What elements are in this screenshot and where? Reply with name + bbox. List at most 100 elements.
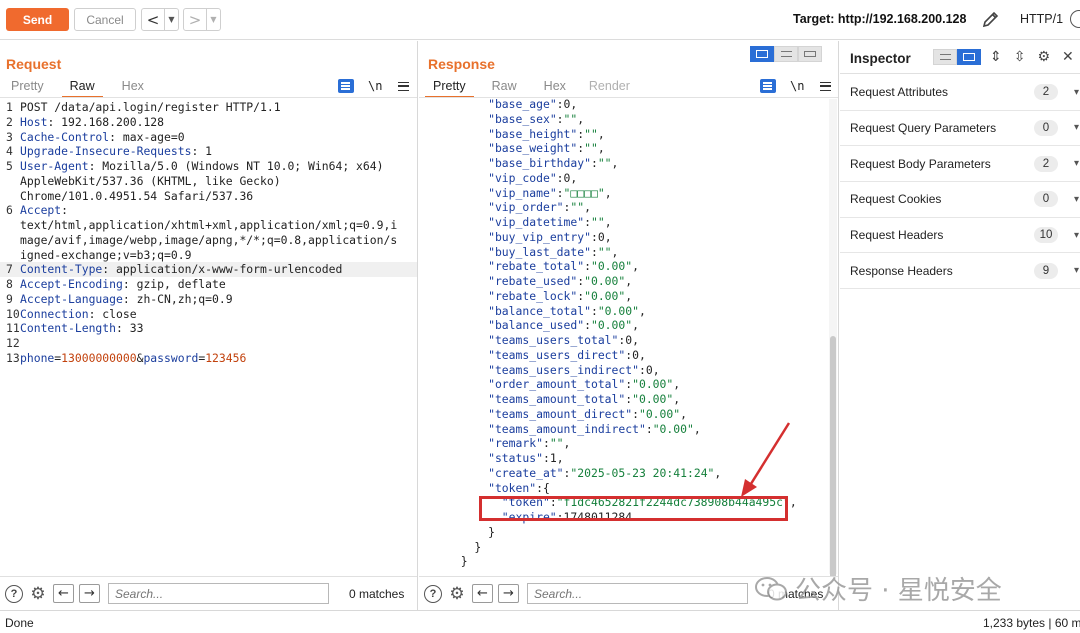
chevron-down-icon[interactable]: ▾ bbox=[1074, 87, 1079, 98]
next-match-icon[interactable]: → bbox=[79, 584, 100, 603]
header-name: Connection bbox=[20, 306, 89, 321]
inspector-layout-b-icon[interactable] bbox=[957, 49, 981, 65]
forward-dropdown-icon[interactable]: ▼ bbox=[206, 9, 220, 30]
response-search-input[interactable] bbox=[527, 583, 748, 604]
back-dropdown-icon[interactable]: ▼ bbox=[164, 9, 178, 30]
history-forward-group[interactable]: > ▼ bbox=[183, 8, 221, 31]
code-line: 10 Connection: close bbox=[0, 307, 417, 322]
json-key: "teams_amount_total" bbox=[488, 392, 626, 406]
response-scrollbar-thumb[interactable] bbox=[830, 336, 836, 581]
response-tab-raw[interactable]: Raw bbox=[492, 78, 517, 98]
word-wrap-icon[interactable] bbox=[760, 79, 776, 93]
inspector-layout-a-icon[interactable] bbox=[933, 49, 957, 65]
json-key: "rebate_used" bbox=[488, 274, 578, 288]
header-value: close bbox=[95, 306, 137, 321]
json-key: "base_sex" bbox=[488, 111, 557, 126]
gear-icon[interactable]: ⚙ bbox=[28, 584, 48, 604]
json-line: } bbox=[419, 525, 828, 540]
json-comma: , bbox=[577, 111, 585, 126]
http-version-toggle[interactable]: HTTP/1 bbox=[1020, 12, 1063, 26]
response-tab-render[interactable]: Render bbox=[589, 78, 630, 98]
cancel-button[interactable]: Cancel bbox=[74, 8, 136, 31]
chevron-down-icon[interactable]: ▾ bbox=[1074, 265, 1079, 276]
request-match-count: 0 matches bbox=[349, 586, 405, 601]
line-text: Chrome/101.0.4951.54 Safari/537.36 bbox=[20, 188, 254, 203]
json-line: "balance_total":"0.00", bbox=[419, 304, 828, 319]
help-icon[interactable] bbox=[1070, 10, 1080, 28]
json-value: 0 bbox=[597, 229, 605, 244]
top-toolbar: Send Cancel < ▼ > ▼ Target: http://192.1… bbox=[0, 0, 1080, 40]
gear-icon[interactable]: ⚙ bbox=[447, 584, 467, 604]
prev-match-icon[interactable]: ← bbox=[472, 584, 493, 603]
request-search-input[interactable] bbox=[108, 583, 329, 604]
status-text: Done bbox=[5, 616, 34, 630]
layout-tabs-icon[interactable] bbox=[798, 46, 822, 62]
menu-icon[interactable] bbox=[398, 81, 410, 91]
request-tab-raw[interactable]: Raw bbox=[61, 78, 103, 98]
json-comma: , bbox=[638, 347, 646, 362]
json-line: "base_height":"", bbox=[419, 127, 828, 142]
code-line: 4 Upgrade-Insecure-Requests: 1 bbox=[0, 144, 417, 159]
inspector-section[interactable]: Response Headers 9 ▾ bbox=[840, 254, 1080, 289]
line-text bbox=[19, 336, 20, 351]
inspector-section[interactable]: Request Query Parameters 0 ▾ bbox=[840, 111, 1080, 147]
word-wrap-icon[interactable] bbox=[338, 79, 354, 93]
code-line: 8 Accept-Encoding: gzip, deflate bbox=[0, 277, 417, 292]
json-line: "teams_users_direct":0, bbox=[419, 348, 828, 363]
help-icon[interactable]: ? bbox=[424, 584, 442, 603]
history-back-group[interactable]: < ▼ bbox=[141, 8, 179, 31]
forward-arrow-icon[interactable]: > bbox=[184, 11, 206, 29]
request-editor[interactable]: 1 POST /data/api.login/register HTTP/1.1 2… bbox=[0, 100, 417, 366]
response-tab-pretty[interactable]: Pretty bbox=[425, 78, 474, 98]
inspector-section[interactable]: Request Cookies 0 ▾ bbox=[840, 182, 1080, 218]
json-punct: : bbox=[556, 111, 564, 126]
header-value: zh-CN,zh;q=0.9 bbox=[129, 291, 233, 306]
header-name: Accept bbox=[20, 203, 62, 218]
layout-side-by-side-icon[interactable] bbox=[750, 46, 774, 62]
help-icon[interactable]: ? bbox=[5, 584, 23, 603]
json-line: "base_sex":"", bbox=[419, 112, 828, 127]
chevron-down-icon[interactable]: ▾ bbox=[1074, 230, 1079, 241]
line-number: 6 bbox=[6, 203, 13, 218]
next-match-icon[interactable]: → bbox=[498, 584, 519, 603]
line-text: Content-Type: application/x-www-form-url… bbox=[19, 262, 342, 277]
back-arrow-icon[interactable]: < bbox=[142, 11, 164, 29]
inspector-section[interactable]: Request Body Parameters 2 ▾ bbox=[840, 146, 1080, 182]
header-colon: : bbox=[116, 321, 123, 336]
chevron-down-icon[interactable]: ▾ bbox=[1074, 194, 1079, 205]
line-text: Content-Length: 33 bbox=[19, 321, 143, 336]
show-newlines-toggle[interactable]: \n bbox=[790, 79, 804, 93]
prev-match-icon[interactable]: ← bbox=[53, 584, 74, 603]
gear-icon[interactable]: ⚙ bbox=[1037, 49, 1050, 65]
status-bar: Done 1,233 bytes | 60 mi bbox=[0, 610, 1080, 633]
menu-icon[interactable] bbox=[820, 81, 832, 91]
pencil-icon[interactable] bbox=[981, 9, 1001, 29]
response-tab-hex[interactable]: Hex bbox=[544, 78, 566, 98]
line-text: AppleWebKit/537.36 (KHTML, like Gecko) bbox=[20, 173, 281, 188]
code-line: 9 Accept-Language: zh-CN,zh;q=0.9 bbox=[0, 292, 417, 307]
line-number bbox=[0, 174, 19, 189]
request-tab-pretty[interactable]: Pretty bbox=[11, 78, 44, 98]
layout-stacked-icon[interactable] bbox=[774, 46, 798, 62]
close-icon[interactable]: ✕ bbox=[1062, 49, 1074, 65]
chevron-down-icon[interactable]: ▾ bbox=[1074, 122, 1079, 133]
json-line: } bbox=[419, 540, 828, 555]
send-button[interactable]: Send bbox=[6, 8, 69, 31]
json-value: "" bbox=[584, 141, 598, 156]
line-number: 8 bbox=[6, 277, 13, 291]
annotation-arrow-icon bbox=[741, 422, 791, 497]
inspector-section[interactable]: Request Headers 10 ▾ bbox=[840, 218, 1080, 254]
inspector-section[interactable]: Request Attributes 2 ▾ bbox=[840, 75, 1080, 111]
json-line: "base_age":0, bbox=[419, 97, 828, 112]
json-value: "0.00" bbox=[597, 303, 639, 318]
json-value: "0.00" bbox=[584, 274, 626, 288]
body-param-name: password bbox=[143, 350, 199, 365]
json-punct: : bbox=[584, 259, 591, 274]
collapse-all-icon[interactable]: ⇳ bbox=[1014, 49, 1026, 65]
request-tab-hex[interactable]: Hex bbox=[122, 78, 144, 98]
json-key: "teams_users_total" bbox=[488, 333, 619, 347]
chevron-down-icon[interactable]: ▾ bbox=[1074, 158, 1079, 169]
show-newlines-toggle[interactable]: \n bbox=[368, 79, 382, 93]
line-text: Upgrade-Insecure-Requests: 1 bbox=[19, 144, 212, 159]
expand-all-icon[interactable]: ⇕ bbox=[990, 49, 1002, 65]
